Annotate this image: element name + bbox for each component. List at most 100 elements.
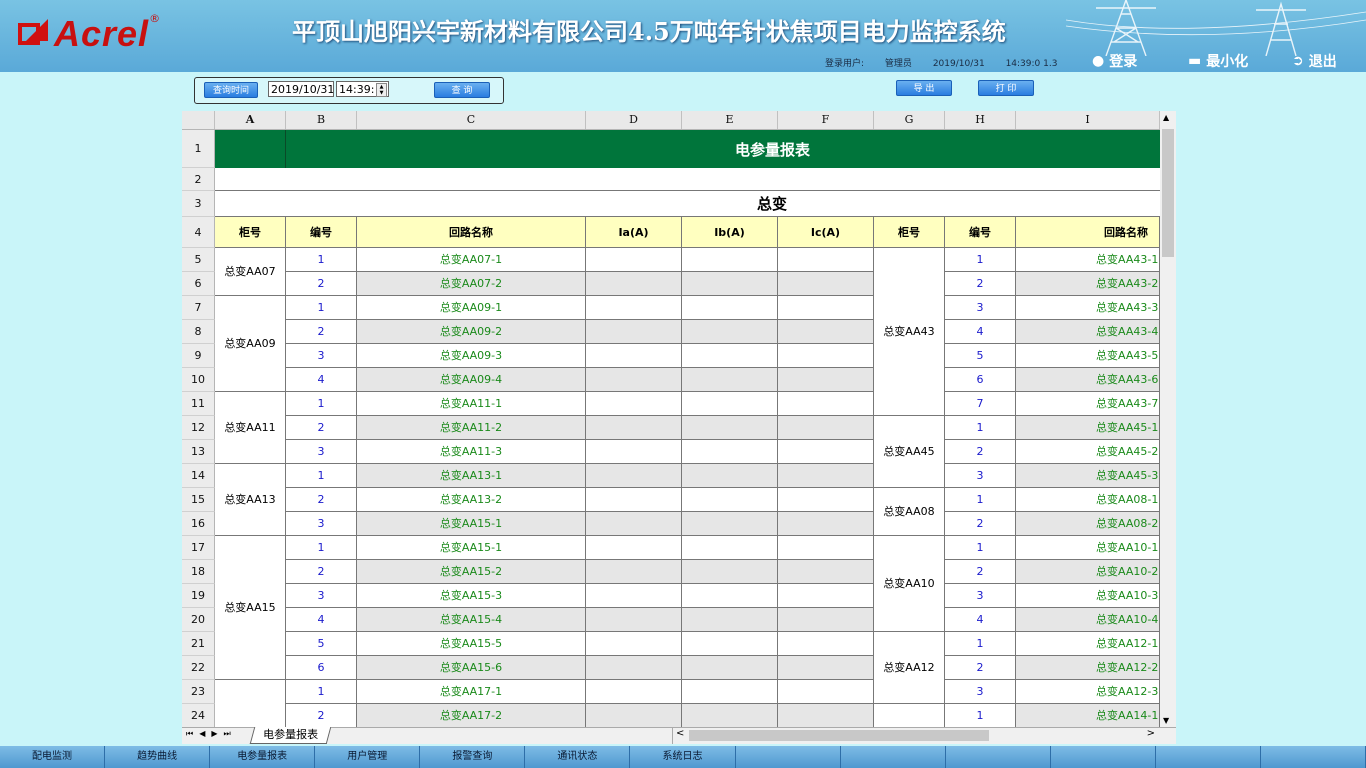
export-button[interactable]: 导 出 [896, 80, 952, 96]
row-header[interactable]: 9 [182, 344, 215, 368]
row-header[interactable]: 12 [182, 416, 215, 440]
scroll-left-icon[interactable]: < [676, 728, 684, 739]
row-header[interactable]: 22 [182, 656, 215, 680]
query-time-button[interactable]: 查询时间 [204, 82, 258, 98]
select-all-corner[interactable] [182, 111, 215, 129]
row-header[interactable]: 17 [182, 536, 215, 560]
date-picker[interactable]: 2019/10/31 [268, 81, 334, 97]
column-header-d[interactable]: D [586, 111, 682, 129]
scroll-up-icon[interactable]: ▲ [1163, 113, 1169, 122]
column-header-f[interactable]: F [778, 111, 874, 129]
circuit-name: 总变AA09-1 [357, 296, 586, 320]
row-header[interactable]: 8 [182, 320, 215, 344]
column-header-b[interactable]: B [286, 111, 357, 129]
horizontal-scrollbar[interactable]: < > [672, 728, 1159, 744]
scroll-right-icon[interactable]: > [1147, 728, 1155, 739]
exit-button[interactable]: ➲ 退出 [1292, 52, 1337, 70]
row-header[interactable]: 4 [182, 217, 215, 248]
circuit-number: 1 [286, 536, 357, 560]
current-value-cell [778, 608, 874, 632]
circuit-number: 1 [945, 248, 1016, 272]
time-spinner[interactable]: ▲ ▼ [376, 83, 387, 97]
circuit-number: 4 [945, 608, 1016, 632]
row-header[interactable]: 5 [182, 248, 215, 272]
nav-item[interactable] [1156, 746, 1261, 768]
current-value-cell [778, 656, 874, 680]
current-value-cell [778, 464, 874, 488]
scroll-down-icon[interactable]: ▼ [1163, 716, 1169, 725]
minimize-button[interactable]: ▬ 最小化 [1188, 52, 1248, 70]
circuit-name: 总变AA08-2 [1016, 512, 1160, 536]
row-header[interactable]: 23 [182, 680, 215, 704]
row-header[interactable]: 7 [182, 296, 215, 320]
circuit-number: 2 [945, 440, 1016, 464]
row-header[interactable]: 3 [182, 191, 215, 217]
row-header[interactable]: 2 [182, 168, 215, 191]
nav-item[interactable]: 系统日志 [630, 746, 736, 768]
nav-item[interactable]: 趋势曲线 [105, 746, 211, 768]
column-header-e[interactable]: E [682, 111, 778, 129]
nav-item[interactable]: 报警查询 [420, 746, 526, 768]
current-value-cell [682, 464, 778, 488]
current-value-cell [586, 536, 682, 560]
circuit-name: 总变AA12-3 [1016, 680, 1160, 704]
column-header-g[interactable]: G [874, 111, 945, 129]
tab-nav-icons[interactable]: ⏮◀▶⏭ [186, 729, 237, 739]
nav-item[interactable] [841, 746, 946, 768]
horizontal-scroll-thumb[interactable] [689, 730, 989, 741]
column-header-a[interactable]: A [215, 111, 286, 129]
column-header-c[interactable]: C [357, 111, 586, 129]
row-header[interactable]: 18 [182, 560, 215, 584]
time-picker[interactable]: 14:39: ▲ ▼ [336, 81, 389, 97]
circuit-number: 1 [945, 536, 1016, 560]
row-header[interactable]: 14 [182, 464, 215, 488]
current-value-cell [586, 416, 682, 440]
current-value-cell [586, 632, 682, 656]
row-header[interactable]: 10 [182, 368, 215, 392]
nav-item[interactable] [946, 746, 1051, 768]
nav-item[interactable]: 电参量报表 [210, 746, 316, 768]
sheet-tab[interactable]: 电参量报表 [249, 727, 332, 744]
circuit-number: 1 [945, 632, 1016, 656]
report-sheet: 电参量报表 总变 柜号 编号 回路名称 Ia(A) Ib(A) Ic(A) 柜号 编号 回路名称 总变… [215, 130, 1160, 727]
circuit-number: 3 [286, 440, 357, 464]
row-header[interactable]: 13 [182, 440, 215, 464]
nav-item[interactable] [736, 746, 841, 768]
column-header-i[interactable]: I [1016, 111, 1160, 129]
table-header-cell: 回路名称 [1016, 217, 1160, 248]
vertical-scroll-thumb[interactable] [1162, 129, 1174, 257]
login-button[interactable]: ● 登录 [1092, 52, 1137, 70]
nav-item[interactable] [1051, 746, 1156, 768]
section-title: 总变 [757, 195, 788, 213]
row-header[interactable]: 11 [182, 392, 215, 416]
nav-item[interactable]: 通讯状态 [525, 746, 631, 768]
acrel-logo: Acrel ® [18, 12, 160, 54]
cabinet-cell: 总变AA45 [874, 416, 945, 488]
row-header[interactable]: 16 [182, 512, 215, 536]
current-value-cell [586, 296, 682, 320]
row-header[interactable]: 20 [182, 608, 215, 632]
circuit-number: 3 [286, 344, 357, 368]
row-header[interactable]: 6 [182, 272, 215, 296]
row-header[interactable]: 15 [182, 488, 215, 512]
circuit-name: 总变AA12-2 [1016, 656, 1160, 680]
print-button[interactable]: 打 印 [978, 80, 1034, 96]
table-header-cell: 编号 [945, 217, 1016, 248]
row-header[interactable]: 24 [182, 704, 215, 728]
column-header-h[interactable]: H [945, 111, 1016, 129]
vertical-scrollbar[interactable]: ▲ ▼ [1160, 111, 1176, 727]
circuit-name: 总变AA15-1 [357, 512, 586, 536]
circuit-number: 3 [945, 296, 1016, 320]
current-value-cell [586, 656, 682, 680]
query-button[interactable]: 查 询 [434, 82, 490, 98]
row-header[interactable]: 21 [182, 632, 215, 656]
row-header[interactable]: 19 [182, 584, 215, 608]
nav-item[interactable]: 用户管理 [315, 746, 421, 768]
nav-item[interactable] [1261, 746, 1366, 768]
current-value-cell [682, 416, 778, 440]
current-value-cell [778, 680, 874, 704]
row-header[interactable]: 1 [182, 130, 215, 168]
login-label: 登录 [1109, 54, 1138, 70]
cabinet-cell: 总变AA15 [215, 536, 286, 680]
nav-item[interactable]: 配电监测 [0, 746, 106, 768]
